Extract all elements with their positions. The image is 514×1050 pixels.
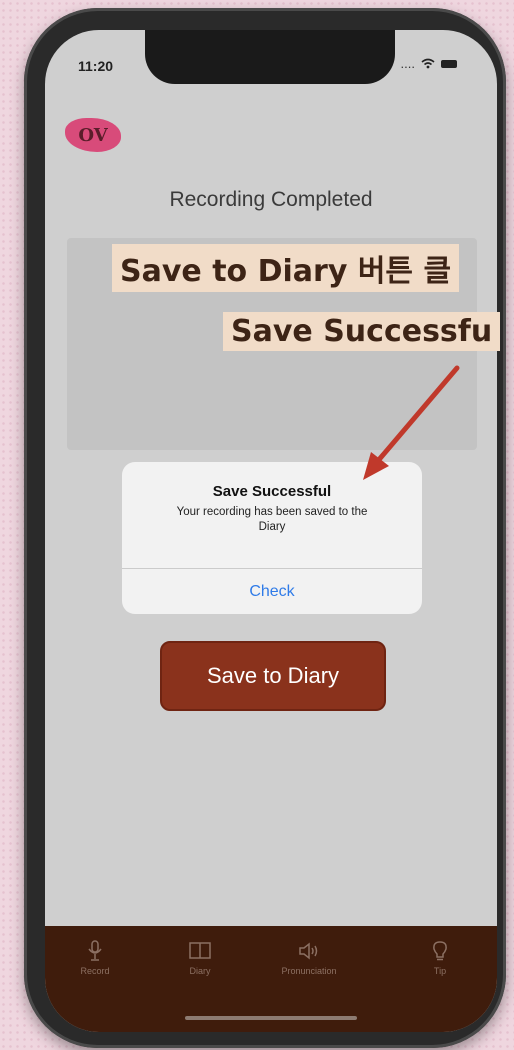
tab-diary-label: Diary [189, 966, 211, 976]
app-screen: 11:20 .... OV Recording Completed Save S… [45, 30, 497, 1032]
wifi-icon [421, 58, 435, 69]
annotation-arrow [363, 365, 460, 480]
tab-tip-label: Tip [433, 966, 447, 976]
lightbulb-icon [433, 941, 447, 961]
tab-tip[interactable]: Tip [400, 940, 480, 976]
microphone-icon [88, 940, 102, 961]
status-time: 11:20 [78, 58, 114, 74]
status-icons: .... [401, 56, 457, 71]
annotation-instruction: Save to Diary 버튼 클 [112, 244, 460, 292]
battery-icon [441, 59, 457, 68]
tab-bar: Record Diary Pronunciation Tip [45, 926, 497, 1032]
tab-record[interactable]: Record [55, 940, 135, 976]
book-icon [189, 942, 211, 959]
speaker-icon [299, 942, 318, 960]
save-to-diary-button[interactable]: Save to Diary [160, 641, 386, 711]
page-title: Recording Completed [169, 188, 373, 211]
tab-diary[interactable]: Diary [160, 940, 240, 976]
home-indicator [185, 1016, 357, 1020]
dialog-divider [122, 568, 422, 569]
tab-pronunciation[interactable]: Pronunciation [269, 940, 349, 976]
annotation-result: Save Successfu [223, 312, 501, 351]
tab-pronunciation-label: Pronunciation [281, 966, 337, 976]
tab-record-label: Record [80, 966, 110, 976]
signal-icon: .... [400, 56, 415, 71]
dialog-message: Your recording has been saved to the Dia… [176, 506, 368, 533]
notch [145, 30, 395, 84]
check-button[interactable]: Check [122, 570, 422, 614]
app-logo: OV [65, 118, 121, 152]
